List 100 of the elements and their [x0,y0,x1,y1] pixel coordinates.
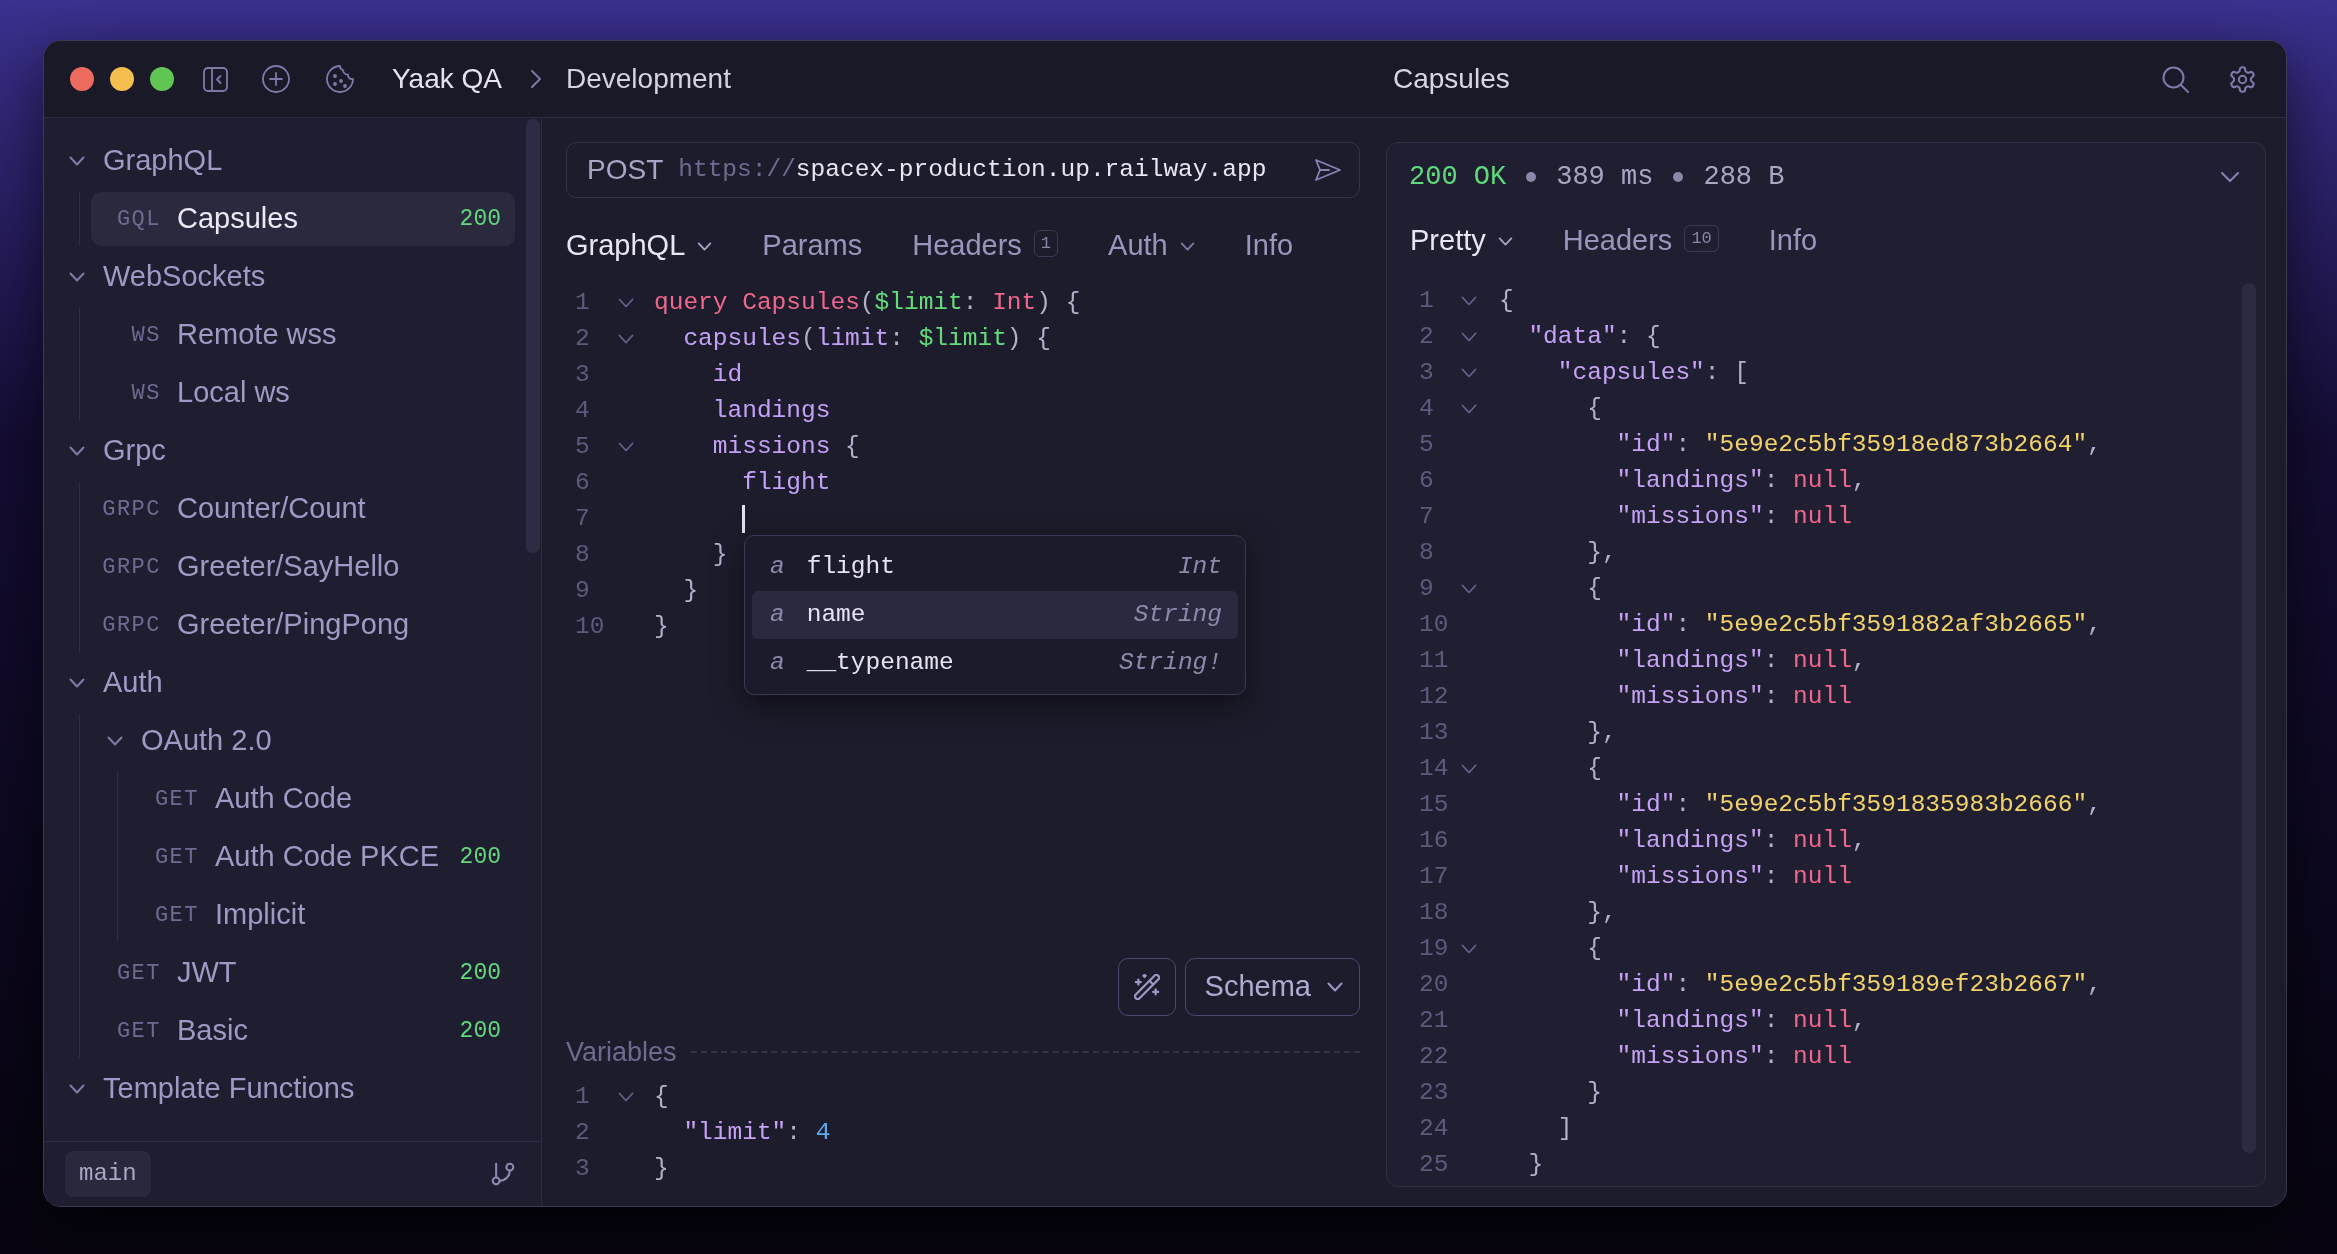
workspace-name[interactable]: Yaak QA [392,58,502,100]
tab[interactable]: Headers 10 [1562,219,1719,263]
code-line: capsules(limit: $limit) { [683,323,1051,354]
chevron-down-icon[interactable] [618,334,634,344]
code-line: }, [1587,717,1617,748]
line-number: 11 [1419,646,1449,674]
folder-item[interactable]: GraphQL [53,134,515,188]
tab[interactable]: Headers 1 [912,224,1059,268]
tab[interactable]: Params [762,224,863,268]
tab[interactable]: Info [1768,219,1818,263]
request-item[interactable]: GET Auth Code PKCE 200 [129,830,515,884]
request-item[interactable]: GET Auth Code [129,772,515,826]
request-item[interactable]: GQL Capsules 200 [91,192,515,246]
request-item[interactable]: GRPC Greeter/SayHello [91,540,515,594]
search-icon[interactable] [2162,65,2189,93]
request-item[interactable]: WS Remote wss [91,308,515,362]
request-item[interactable]: GET Implicit [129,888,515,942]
kind-letter: a [770,551,785,582]
chevron-down-icon[interactable] [618,298,634,308]
line-number: 2 [575,324,590,352]
type-label: Int [1177,551,1222,582]
code-line: { [654,1081,669,1112]
line-number: 3 [575,1154,590,1182]
line-number: 24 [1419,1114,1449,1142]
wand-button[interactable] [1117,958,1176,1016]
branch-button[interactable]: main [65,1151,151,1197]
line-number: 9 [1419,574,1434,602]
request-item[interactable]: WS Local ws [91,366,515,420]
folder-item[interactable]: Template Functions [53,1062,515,1116]
method-label: GET [154,901,199,930]
status-code: 200 [459,204,501,234]
line-number: 22 [1419,1042,1449,1070]
line-number: 25 [1419,1150,1449,1178]
chevron-down-icon[interactable] [1461,332,1477,342]
line-number: 8 [575,540,590,568]
completion-item[interactable]: a name String [752,591,1238,639]
tab[interactable]: Pretty [1410,219,1513,263]
request-item[interactable]: GRPC Counter/Count [91,482,515,536]
method-selector[interactable]: POST [587,149,664,191]
line-number: 1 [1419,286,1434,314]
code-line: { [1587,933,1602,964]
tab[interactable]: Info [1244,224,1294,268]
url-field[interactable]: POST https://spacex-production.up.railway.app [566,142,1360,198]
request-item[interactable]: GET Basic 200 [91,1004,515,1058]
completion-item[interactable]: a __typename String! [752,639,1238,687]
folder-item[interactable]: Grpc [53,424,515,478]
line-number: 12 [1419,682,1449,710]
close-button[interactable] [70,67,94,91]
folder-item[interactable]: OAuth 2.0 [91,714,515,768]
code-line: flight [742,467,831,498]
folder-item[interactable]: Auth [53,656,515,710]
line-number: 5 [1419,430,1434,458]
chevron-down-icon[interactable] [1461,296,1477,306]
line-number: 7 [1419,502,1434,530]
line-number: 3 [575,360,590,388]
tab[interactable]: Auth [1108,224,1195,268]
count-badge: 10 [1684,224,1719,252]
method-label: GET [154,785,199,814]
plus-circle-icon[interactable] [262,65,290,93]
line-number: 2 [1419,322,1434,350]
method-label: GRPC [102,495,161,524]
status-code: 200 [459,842,501,872]
request-item[interactable]: GET JWT 200 [91,946,515,1000]
code-line: } [683,575,699,606]
cookie-icon[interactable] [326,65,354,93]
git-branch-icon[interactable] [491,1162,515,1186]
request-item[interactable]: GRPC Greeter/PingPong [91,598,515,652]
chevron-down-icon[interactable] [1461,368,1477,378]
send-icon[interactable] [1314,158,1342,182]
code-line: "id": "5e9e2c5bf3591835983b2666", [1616,789,2102,820]
sidebar-toggle-icon[interactable] [203,66,228,92]
code-line: missions { [712,431,860,462]
folder-item[interactable]: WebSockets [53,250,515,304]
completion-item[interactable]: a flight Int [752,543,1238,591]
status-code: 200 [459,958,501,988]
type-label: String! [1119,647,1222,678]
chevron-down-icon[interactable] [1461,944,1477,954]
chevron-down-icon[interactable] [1461,584,1477,594]
code-line: query Capsules($limit: Int) { [654,287,1081,318]
environment-name[interactable]: Development [566,58,731,100]
code-line: "missions": null [1616,861,1852,892]
maximize-button[interactable] [150,67,174,91]
section-label: Variables [566,1035,677,1069]
line-number: 8 [1419,538,1434,566]
code-line: } [1528,1149,1544,1180]
chevron-down-icon[interactable] [1461,404,1477,414]
method-label: GRPC [102,553,161,582]
chevron-down-icon[interactable] [1461,764,1477,774]
method-label: GRPC [102,611,161,640]
code-line: "id": "5e9e2c5bf35918ed873b2664", [1616,429,2102,460]
chevron-down-icon[interactable] [618,1092,634,1102]
code-line: "data": { [1528,321,1661,352]
chevron-down-icon[interactable] [2220,171,2240,183]
schema-button[interactable]: Schema [1184,958,1360,1016]
method-label: WS [131,321,161,350]
chevron-down-icon[interactable] [618,442,634,452]
minimize-button[interactable] [110,67,134,91]
tab[interactable]: GraphQL [566,224,713,268]
method-label: GET [116,959,161,988]
settings-icon[interactable] [2229,65,2256,93]
